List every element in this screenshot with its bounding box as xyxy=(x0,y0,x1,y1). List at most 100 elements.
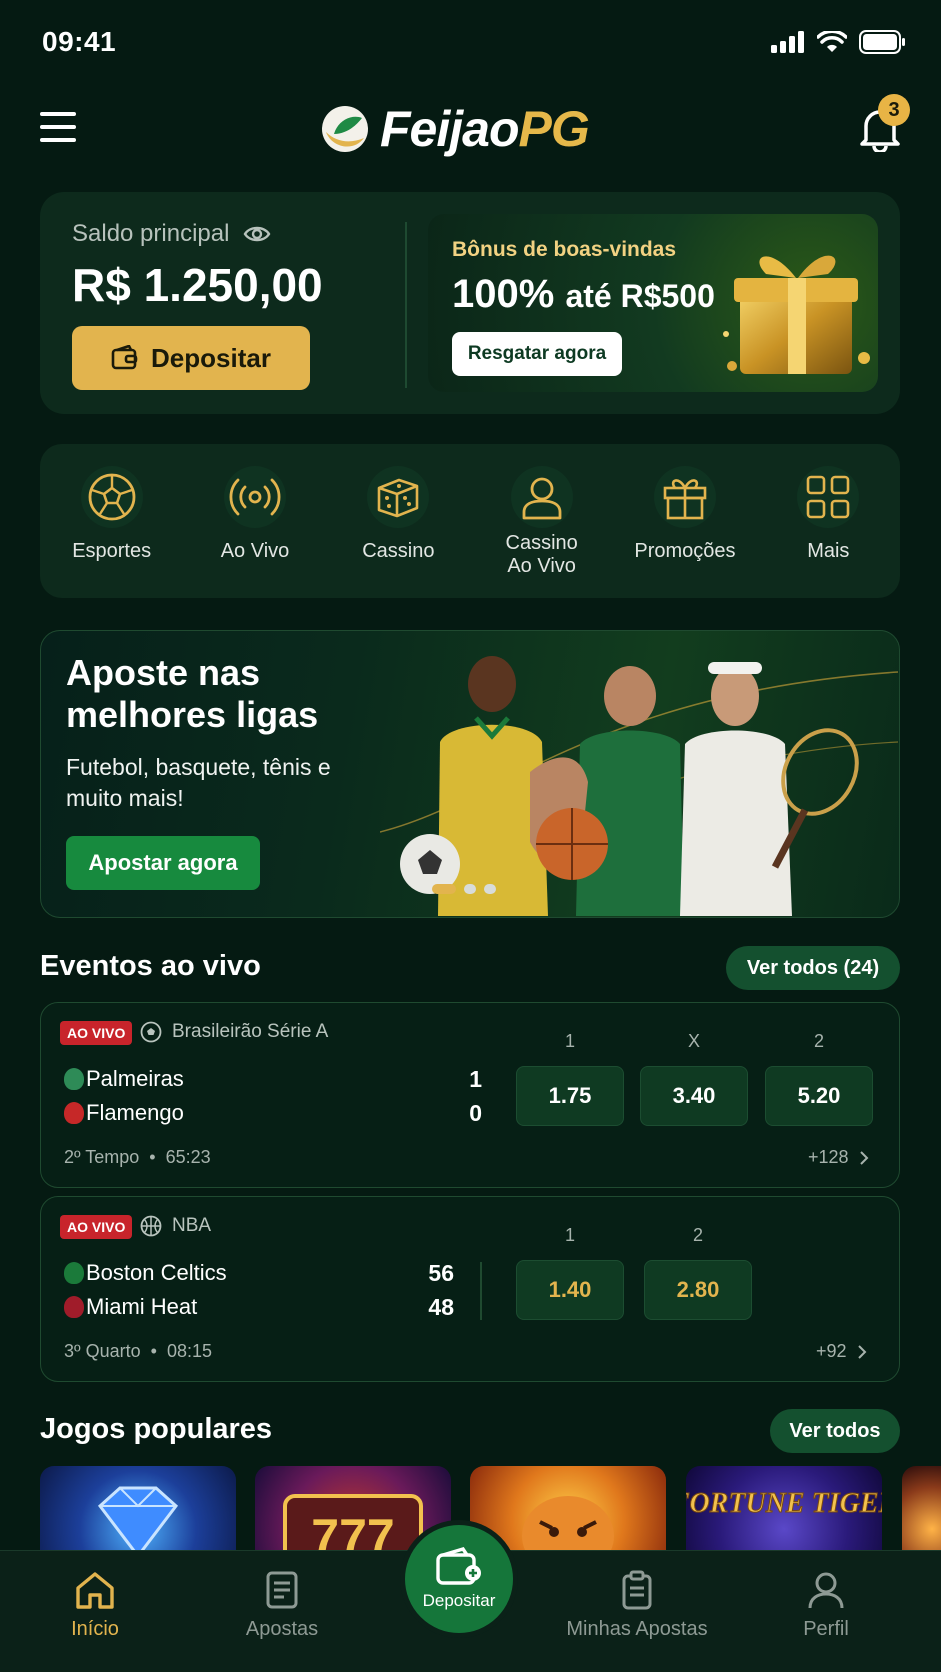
dice-icon xyxy=(367,466,430,528)
game-tile-partial[interactable] xyxy=(902,1466,941,1556)
deposit-fab-button[interactable]: Depositar xyxy=(400,1520,518,1638)
bonus-amount: até R$500 xyxy=(565,278,715,314)
dealer-icon xyxy=(510,466,573,528)
odd-button-away[interactable]: 5.20 xyxy=(765,1066,873,1126)
menu-icon-line xyxy=(40,112,76,116)
bonus-subtitle: Bônus de boas-vindas xyxy=(452,238,677,261)
odd-button-home[interactable]: 1.40 xyxy=(516,1260,624,1320)
bet-now-button[interactable]: Apostar agora xyxy=(66,836,260,890)
quick-nav-casino[interactable]: Cassino xyxy=(327,444,470,598)
soccer-ball-icon xyxy=(80,466,143,528)
team-crest-icon xyxy=(64,1296,84,1318)
team-crest-icon xyxy=(64,1102,84,1124)
quick-nav-label: Cassino Ao Vivo xyxy=(505,532,578,577)
basketball-icon xyxy=(140,1215,162,1237)
separator-dot: • xyxy=(150,1341,157,1361)
gift-icon xyxy=(653,466,716,528)
league-label: NBA xyxy=(140,1215,211,1237)
nav-home-label: Início xyxy=(71,1618,119,1640)
brand-logo[interactable]: FeijaoPG xyxy=(320,100,590,158)
quick-nav-live-casino[interactable]: Cassino Ao Vivo xyxy=(470,444,613,598)
quick-nav-label: Mais xyxy=(807,540,850,562)
notification-badge: 3 xyxy=(878,94,910,126)
live-events-title: Eventos ao vivo xyxy=(40,950,261,982)
league-name: NBA xyxy=(172,1215,212,1236)
odds-header: 1 xyxy=(564,1225,575,1245)
quick-nav-label: Esportes xyxy=(72,540,152,562)
game-tile-fortune-tiger[interactable]: FORTUNE TIGER xyxy=(686,1466,882,1556)
view-all-live-button[interactable]: Ver todos (24) xyxy=(726,946,900,990)
menu-icon-line xyxy=(40,125,76,129)
chevron-right-icon xyxy=(857,1344,866,1359)
nav-bets[interactable]: Apostas xyxy=(202,1570,362,1641)
quick-nav-live[interactable]: Ao Vivo xyxy=(183,444,326,598)
eye-icon[interactable] xyxy=(243,224,271,244)
nav-profile-label: Perfil xyxy=(803,1618,849,1640)
team-row: Palmeiras xyxy=(64,1066,184,1092)
grid-icon xyxy=(797,466,860,528)
odds-header: 2 xyxy=(813,1031,824,1051)
more-markets-link[interactable]: +128 xyxy=(808,1147,869,1168)
carousel-dots xyxy=(432,884,496,894)
brand-name: FeijaoPG xyxy=(380,100,590,158)
quick-nav-label: Cassino xyxy=(362,540,435,562)
team-score: 1 xyxy=(469,1066,482,1092)
odd-button-draw[interactable]: 3.40 xyxy=(640,1066,748,1126)
wallet-icon xyxy=(111,345,138,370)
quick-nav-more[interactable]: Mais xyxy=(757,444,900,598)
fortune-tiger-text: FORTUNE TIGER xyxy=(686,1488,882,1519)
quick-nav: Esportes Ao Vivo Cassino Cassino Ao Vivo… xyxy=(40,444,900,598)
view-all-games-button[interactable]: Ver todos xyxy=(770,1409,900,1453)
carousel-dot[interactable] xyxy=(432,884,456,894)
bets-document-icon xyxy=(266,1571,298,1609)
quick-nav-label: Promoções xyxy=(634,540,736,562)
game-tile-diamond[interactable] xyxy=(40,1466,236,1556)
more-markets-count: +92 xyxy=(816,1341,847,1361)
live-badge: AO VIVO xyxy=(60,1021,133,1045)
balance-label: Saldo principal xyxy=(72,220,271,248)
nav-home[interactable]: Início xyxy=(15,1570,175,1641)
hero-title: Aposte nas melhores ligas xyxy=(66,652,319,735)
deposit-button[interactable]: Depositar xyxy=(72,326,310,390)
nav-my-bets-label: Minhas Apostas xyxy=(566,1618,708,1640)
team-name: Flamengo xyxy=(86,1100,184,1125)
odd-button-home[interactable]: 1.75 xyxy=(516,1066,624,1126)
live-broadcast-icon xyxy=(223,466,286,528)
menu-button[interactable] xyxy=(40,112,76,142)
team-name: Miami Heat xyxy=(86,1294,198,1319)
quick-nav-label: Ao Vivo xyxy=(220,540,290,562)
team-crest-icon xyxy=(64,1068,84,1090)
nav-profile[interactable]: Perfil xyxy=(746,1570,906,1641)
fortune-tiger-art: FORTUNE TIGER xyxy=(686,1488,882,1520)
odds-header: X xyxy=(687,1031,700,1051)
odds-header: 1 xyxy=(564,1031,575,1051)
status-time: 09:41 xyxy=(42,26,117,57)
menu-icon-line xyxy=(40,138,76,142)
carousel-dot[interactable] xyxy=(464,884,476,894)
soccer-ball-icon xyxy=(140,1021,162,1043)
live-badge: AO VIVO xyxy=(60,1215,133,1239)
odds-header: 2 xyxy=(692,1225,703,1245)
deposit-button-label: Depositar xyxy=(151,342,271,373)
carousel-dot[interactable] xyxy=(484,884,496,894)
league-label: Brasileirão Série A xyxy=(140,1021,328,1043)
athletes-illustration xyxy=(380,656,898,916)
gold-gift-image xyxy=(723,255,870,374)
match-clock: 65:23 xyxy=(165,1147,211,1167)
nav-my-bets[interactable]: Minhas Apostas xyxy=(557,1570,717,1641)
more-markets-link[interactable]: +92 xyxy=(816,1341,867,1362)
quick-nav-promotions[interactable]: Promoções xyxy=(613,444,756,598)
team-row: Miami Heat xyxy=(64,1294,197,1320)
quick-nav-sports[interactable]: Esportes xyxy=(40,444,183,598)
wifi-icon xyxy=(817,31,847,52)
claim-bonus-button[interactable]: Resgatar agora xyxy=(452,332,622,376)
brand-main: Feijao xyxy=(380,101,519,157)
team-row: Flamengo xyxy=(64,1100,184,1126)
match-period: 3º Quarto xyxy=(64,1341,141,1361)
status-icons xyxy=(771,30,905,54)
popular-games-title: Jogos populares xyxy=(40,1413,273,1445)
odd-button-away[interactable]: 2.80 xyxy=(644,1260,752,1320)
nav-bets-label: Apostas xyxy=(245,1618,319,1640)
deposit-fab-label: Depositar xyxy=(422,1591,496,1610)
chevron-right-icon xyxy=(859,1150,868,1165)
